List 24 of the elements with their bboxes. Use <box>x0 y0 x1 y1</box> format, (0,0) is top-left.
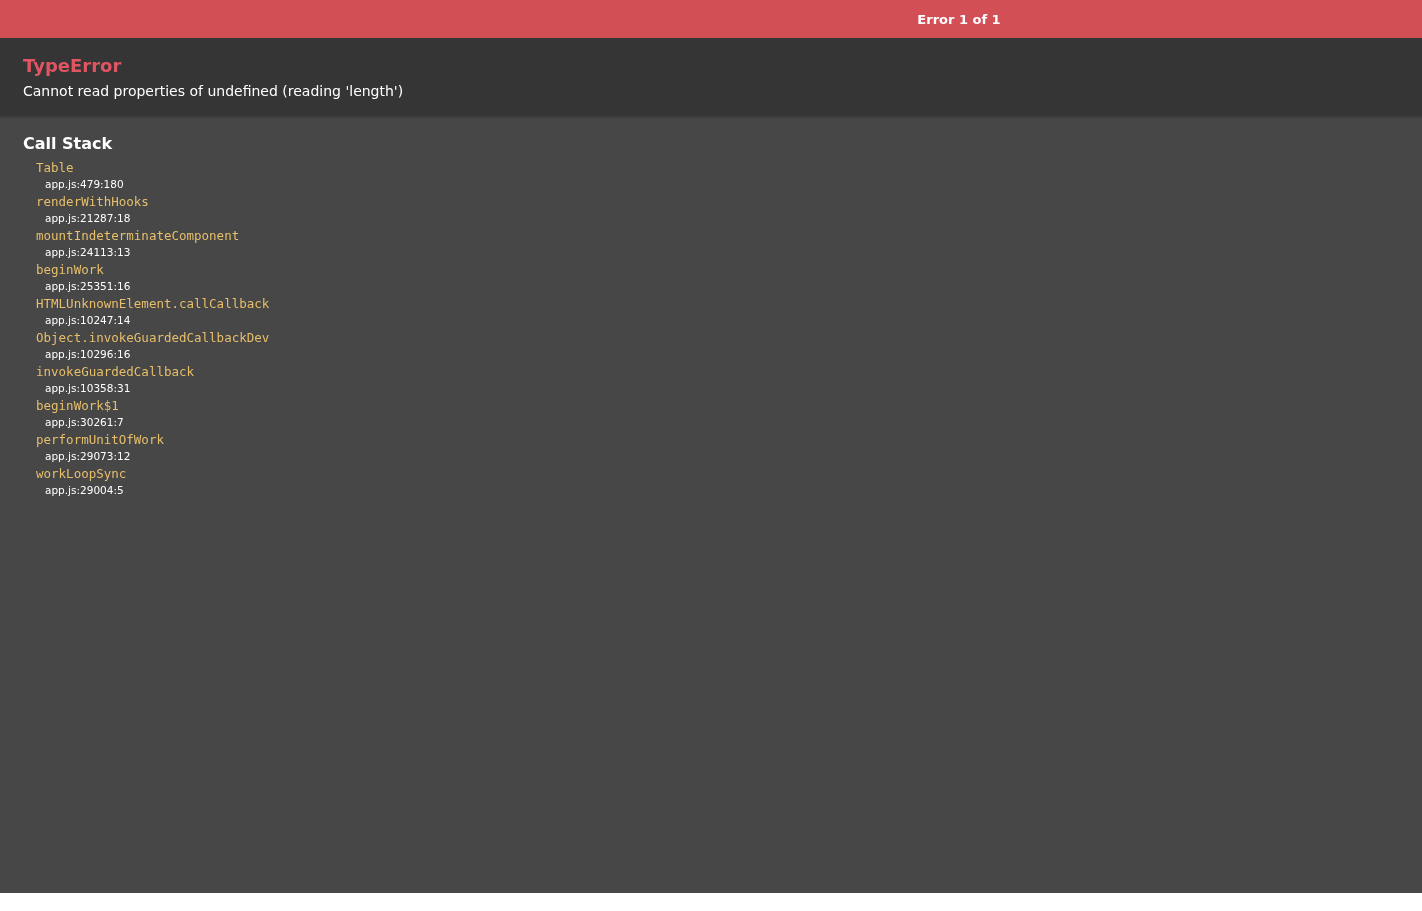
stack-frame-location: app.js:479:180 <box>44 177 124 192</box>
stack-frame-location: app.js:24113:13 <box>44 245 131 260</box>
stack-frame-location: app.js:10296:16 <box>44 347 131 362</box>
stack-frame-location: app.js:29004:5 <box>44 483 124 498</box>
stack-frame-location: app.js:25351:16 <box>44 279 131 294</box>
stack-frame-location: app.js:30261:7 <box>44 415 124 430</box>
stack-frame-location: app.js:10247:14 <box>44 313 131 328</box>
stack-frame-function: beginWork <box>36 261 104 279</box>
stack-frame-function: performUnitOfWork <box>36 431 164 449</box>
call-stack-title: Call Stack <box>23 134 114 153</box>
stack-frame-location: app.js:21287:18 <box>44 211 131 226</box>
stack-frame-function: workLoopSync <box>36 465 127 483</box>
stack-frame-function: beginWork$1 <box>36 397 119 415</box>
stack-frame-function: mountIndeterminateComponent <box>36 227 240 245</box>
stack-frame-function: invokeGuardedCallback <box>36 363 195 381</box>
error-type: TypeError <box>23 55 123 76</box>
error-message: Cannot read properties of undefined (reading 'length') <box>23 83 405 99</box>
stack-frame-function: HTMLUnknownElement.callCallback <box>36 295 270 313</box>
stack-frame-location: app.js:10358:31 <box>44 381 131 396</box>
stack-frame-function: Table <box>36 159 74 177</box>
stack-frame-function: Object.invokeGuardedCallbackDev <box>36 329 270 347</box>
stack-frame-function: renderWithHooks <box>36 193 149 211</box>
stack-frame-location: app.js:29073:12 <box>44 449 131 464</box>
error-counter: Error 1 of 1 <box>917 11 1001 27</box>
